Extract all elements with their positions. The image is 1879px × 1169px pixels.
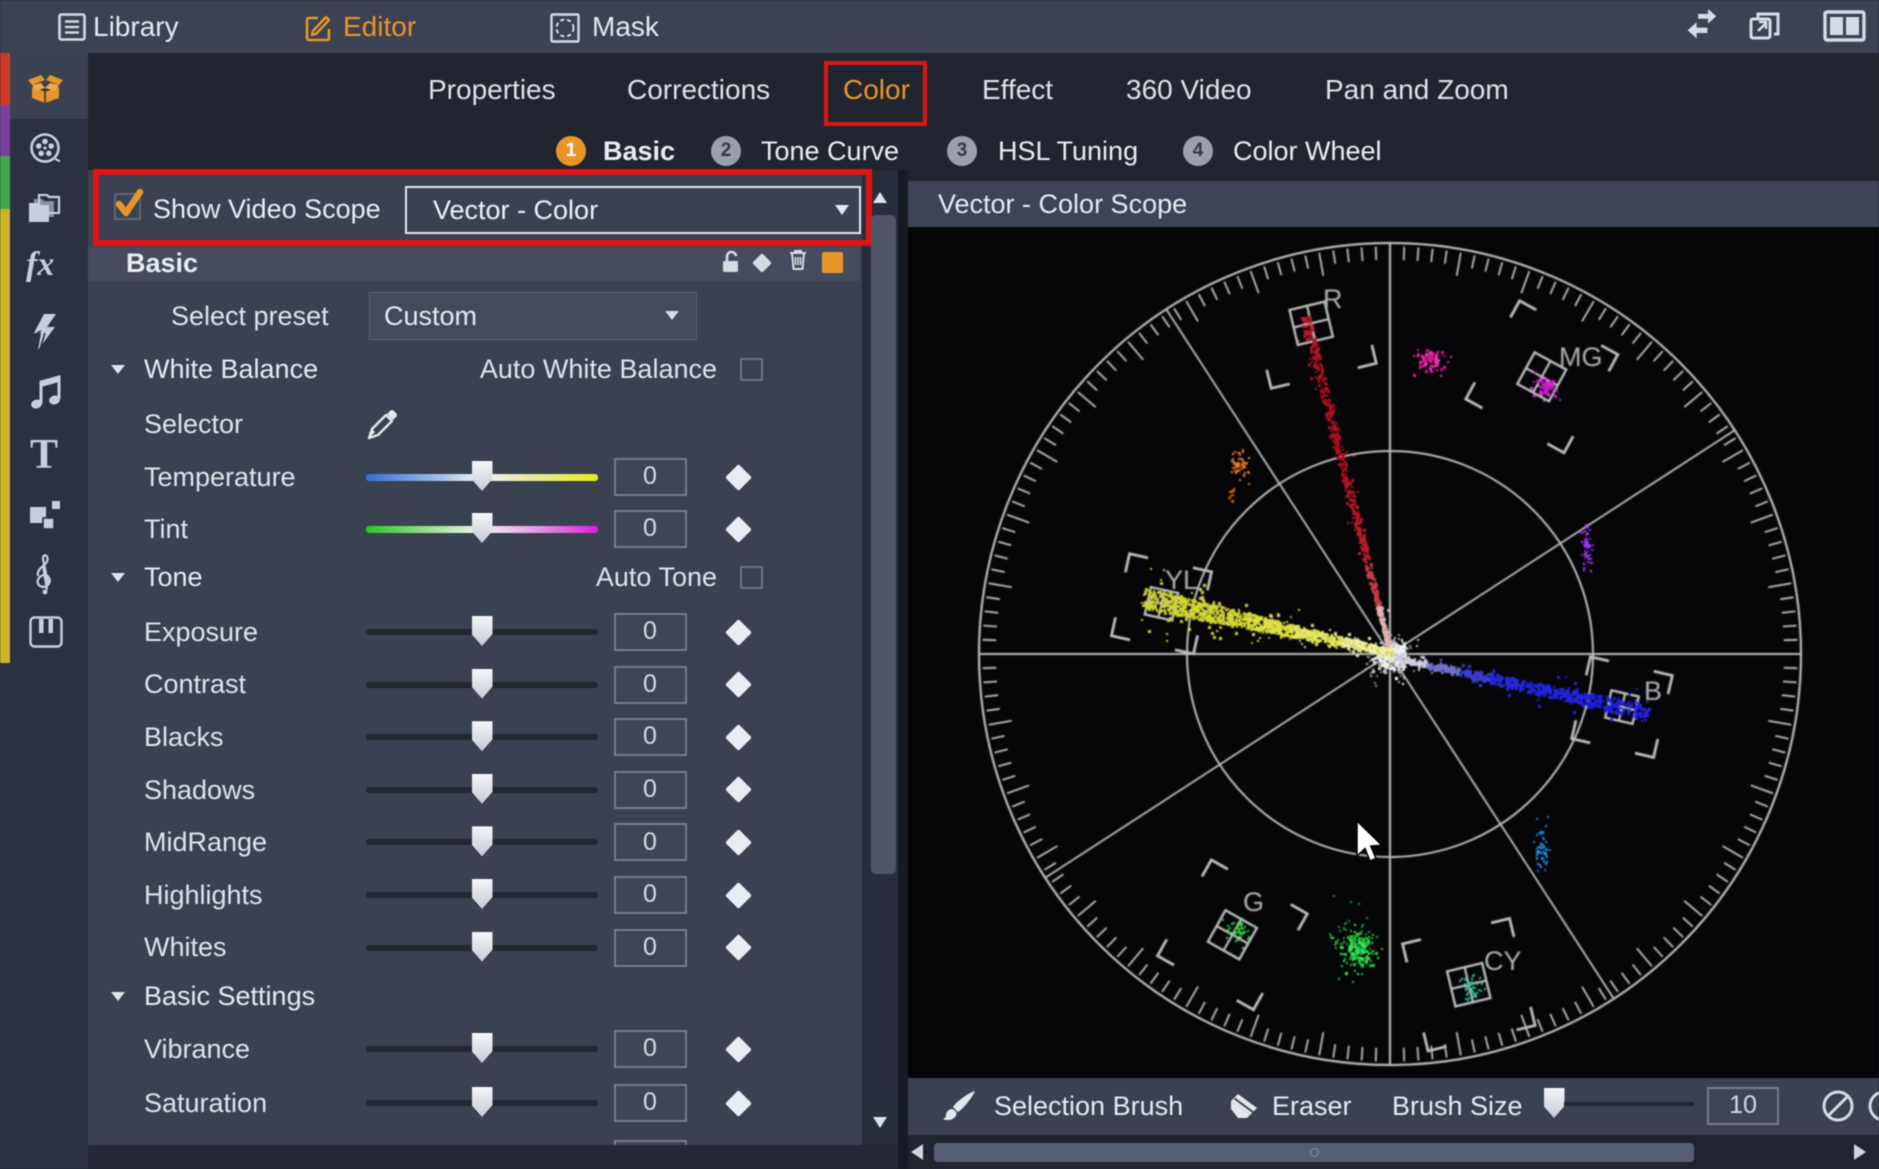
svg-text:YL: YL bbox=[1165, 565, 1198, 595]
svg-text:MG: MG bbox=[1559, 342, 1603, 372]
svg-text:G: G bbox=[1243, 887, 1264, 917]
svg-text:CY: CY bbox=[1484, 946, 1522, 976]
svg-text:R: R bbox=[1323, 284, 1343, 314]
